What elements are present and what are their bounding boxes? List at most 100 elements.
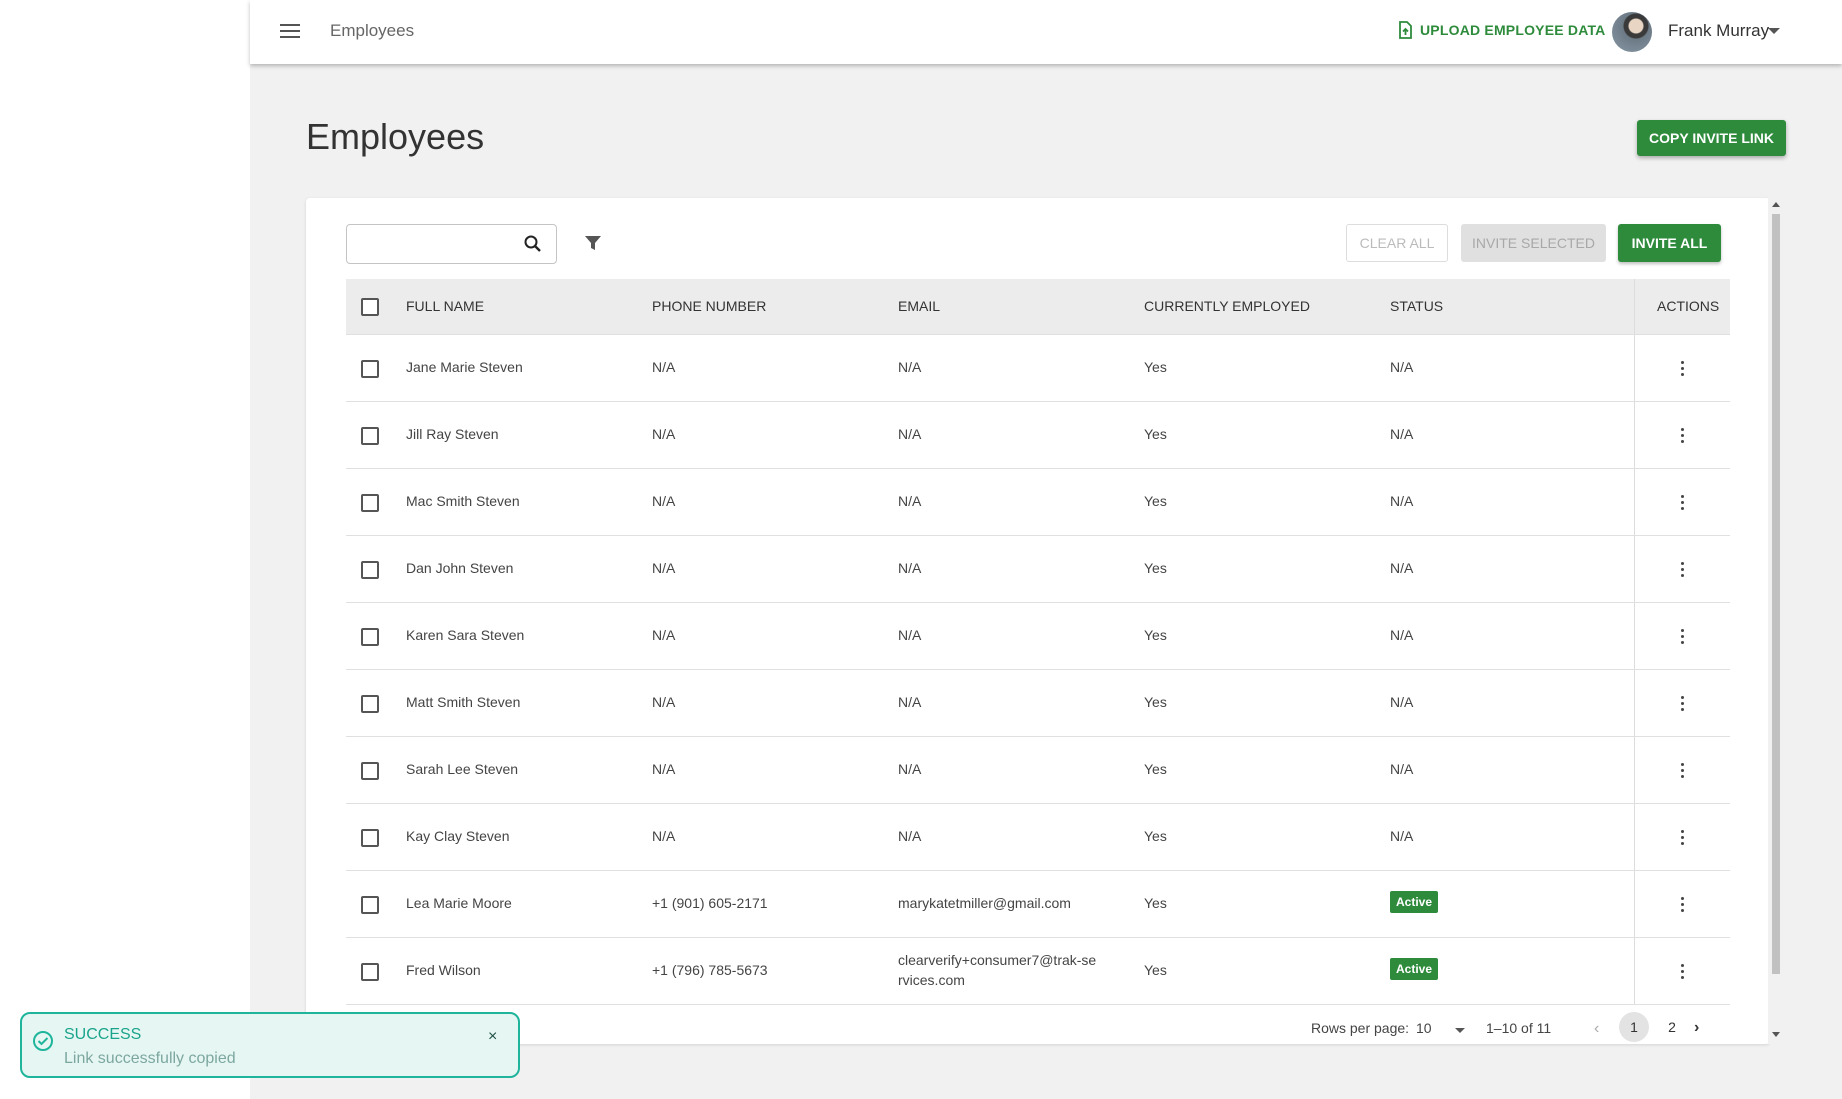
cell-full-name: Fred Wilson: [406, 962, 481, 978]
row-checkbox[interactable]: [361, 561, 379, 579]
toast-title: SUCCESS: [64, 1026, 142, 1043]
scrollbar[interactable]: [1768, 198, 1784, 1044]
cell-employed: Yes: [1144, 694, 1167, 710]
table-row[interactable]: Sarah Lee Steven N/A N/A Yes N/A: [346, 737, 1730, 804]
cell-full-name: Lea Marie Moore: [406, 895, 512, 911]
table-row[interactable]: Mac Smith Steven N/A N/A Yes N/A: [346, 469, 1730, 536]
rows-per-page-select[interactable]: 10: [1416, 1020, 1432, 1036]
filter-icon[interactable]: [584, 234, 602, 252]
actions-cell: [1634, 402, 1730, 468]
cell-phone: N/A: [652, 560, 676, 576]
row-checkbox[interactable]: [361, 695, 379, 713]
table-row[interactable]: Karen Sara Steven N/A N/A Yes N/A: [346, 603, 1730, 670]
actions-cell: [1634, 670, 1730, 736]
status-cell: Active: [1390, 958, 1439, 980]
table-row[interactable]: Lea Marie Moore +1 (901) 605-2171 maryka…: [346, 871, 1730, 938]
table-row[interactable]: Kay Clay Steven N/A N/A Yes N/A: [346, 804, 1730, 871]
more-vert-icon[interactable]: [1681, 562, 1685, 578]
cell-phone: +1 (796) 785-5673: [652, 962, 768, 978]
table-row[interactable]: Jane Marie Steven N/A N/A Yes N/A: [346, 335, 1730, 402]
actions-cell: [1634, 804, 1730, 870]
cell-phone: N/A: [652, 828, 676, 844]
more-vert-icon[interactable]: [1681, 964, 1685, 980]
header-email[interactable]: EMAIL: [898, 298, 940, 314]
upload-employee-data-button[interactable]: UPLOAD EMPLOYEE DATA: [1398, 21, 1606, 39]
header-phone-number[interactable]: PHONE NUMBER: [652, 298, 766, 314]
chevron-right-icon[interactable]: ›: [1694, 1019, 1699, 1037]
row-checkbox[interactable]: [361, 427, 379, 445]
table-row[interactable]: Matt Smith Steven N/A N/A Yes N/A: [346, 670, 1730, 737]
cell-status: N/A: [1390, 493, 1414, 509]
copy-invite-link-button[interactable]: COPY INVITE LINK: [1637, 120, 1786, 156]
cell-employed: Yes: [1144, 761, 1167, 777]
main-area: Employees UPLOAD EMPLOYEE DATA Frank Mur…: [250, 0, 1842, 1099]
table-row[interactable]: Fred Wilson +1 (796) 785-5673 clearverif…: [346, 938, 1730, 1005]
file-upload-icon: [1399, 21, 1412, 39]
cell-phone: N/A: [652, 761, 676, 777]
row-checkbox[interactable]: [361, 628, 379, 646]
header-actions-col: ACTIONS: [1634, 279, 1730, 334]
avatar[interactable]: [1612, 12, 1652, 52]
row-checkbox[interactable]: [361, 360, 379, 378]
header-actions: ACTIONS: [1657, 298, 1720, 314]
header-status[interactable]: STATUS: [1390, 298, 1443, 314]
cell-email: N/A: [898, 828, 922, 844]
toast-message: Link successfully copied: [64, 1050, 236, 1067]
cell-phone: N/A: [652, 426, 676, 442]
cell-email: N/A: [898, 560, 922, 576]
more-vert-icon[interactable]: [1681, 428, 1685, 444]
more-vert-icon[interactable]: [1681, 763, 1685, 779]
top-app-bar: Employees UPLOAD EMPLOYEE DATA Frank Mur…: [250, 0, 1842, 64]
row-checkbox[interactable]: [361, 829, 379, 847]
table-header-row: FULL NAME PHONE NUMBER EMAIL CURRENTLY E…: [346, 279, 1730, 335]
more-vert-icon[interactable]: [1681, 830, 1685, 846]
row-checkbox[interactable]: [361, 762, 379, 780]
invite-selected-button[interactable]: INVITE SELECTED: [1461, 224, 1606, 262]
cell-status: N/A: [1390, 359, 1414, 375]
actions-cell: [1634, 871, 1730, 937]
search-field[interactable]: [346, 224, 557, 264]
cell-employed: Yes: [1144, 627, 1167, 643]
select-all-checkbox[interactable]: [361, 298, 379, 316]
row-checkbox[interactable]: [361, 896, 379, 914]
more-vert-icon[interactable]: [1681, 629, 1685, 645]
scroll-down-arrow-icon[interactable]: [1772, 1032, 1780, 1037]
chevron-down-icon[interactable]: [1768, 28, 1780, 34]
cell-status: N/A: [1390, 694, 1414, 710]
cell-email: N/A: [898, 761, 922, 777]
user-name[interactable]: Frank Murray: [1668, 21, 1769, 41]
table-row[interactable]: Dan John Steven N/A N/A Yes N/A: [346, 536, 1730, 603]
page-button-2[interactable]: 2: [1657, 1012, 1687, 1042]
clear-all-button[interactable]: CLEAR ALL: [1346, 224, 1448, 262]
employees-table-card: CLEAR ALL INVITE SELECTED INVITE ALL FUL…: [306, 198, 1770, 1044]
caret-down-icon[interactable]: [1455, 1028, 1465, 1033]
actions-cell: [1634, 737, 1730, 803]
close-icon[interactable]: ×: [488, 1028, 497, 1046]
menu-icon[interactable]: [280, 24, 300, 40]
more-vert-icon[interactable]: [1681, 897, 1685, 913]
scroll-thumb[interactable]: [1772, 214, 1780, 974]
sidebar-blank-area: [0, 0, 250, 1099]
search-icon[interactable]: [523, 234, 543, 254]
cell-full-name: Jill Ray Steven: [406, 426, 499, 442]
header-full-name[interactable]: FULL NAME: [406, 298, 484, 314]
employees-table: FULL NAME PHONE NUMBER EMAIL CURRENTLY E…: [346, 279, 1730, 1005]
cell-status: N/A: [1390, 828, 1414, 844]
cell-full-name: Dan John Steven: [406, 560, 514, 576]
row-checkbox[interactable]: [361, 494, 379, 512]
header-currently-employed[interactable]: CURRENTLY EMPLOYED: [1144, 298, 1310, 314]
invite-all-button[interactable]: INVITE ALL: [1618, 224, 1721, 262]
cell-full-name: Sarah Lee Steven: [406, 761, 519, 777]
search-input[interactable]: [357, 233, 517, 255]
table-row[interactable]: Jill Ray Steven N/A N/A Yes N/A: [346, 402, 1730, 469]
cell-full-name: Matt Smith Steven: [406, 694, 521, 710]
cell-full-name: Jane Marie Steven: [406, 359, 523, 375]
cell-email: N/A: [898, 694, 922, 710]
page-button-1[interactable]: 1: [1619, 1012, 1649, 1042]
more-vert-icon[interactable]: [1681, 495, 1685, 511]
row-checkbox[interactable]: [361, 963, 379, 981]
scroll-up-arrow-icon[interactable]: [1772, 202, 1780, 207]
more-vert-icon[interactable]: [1681, 361, 1685, 377]
chevron-left-icon[interactable]: ‹: [1594, 1020, 1599, 1038]
more-vert-icon[interactable]: [1681, 696, 1685, 712]
